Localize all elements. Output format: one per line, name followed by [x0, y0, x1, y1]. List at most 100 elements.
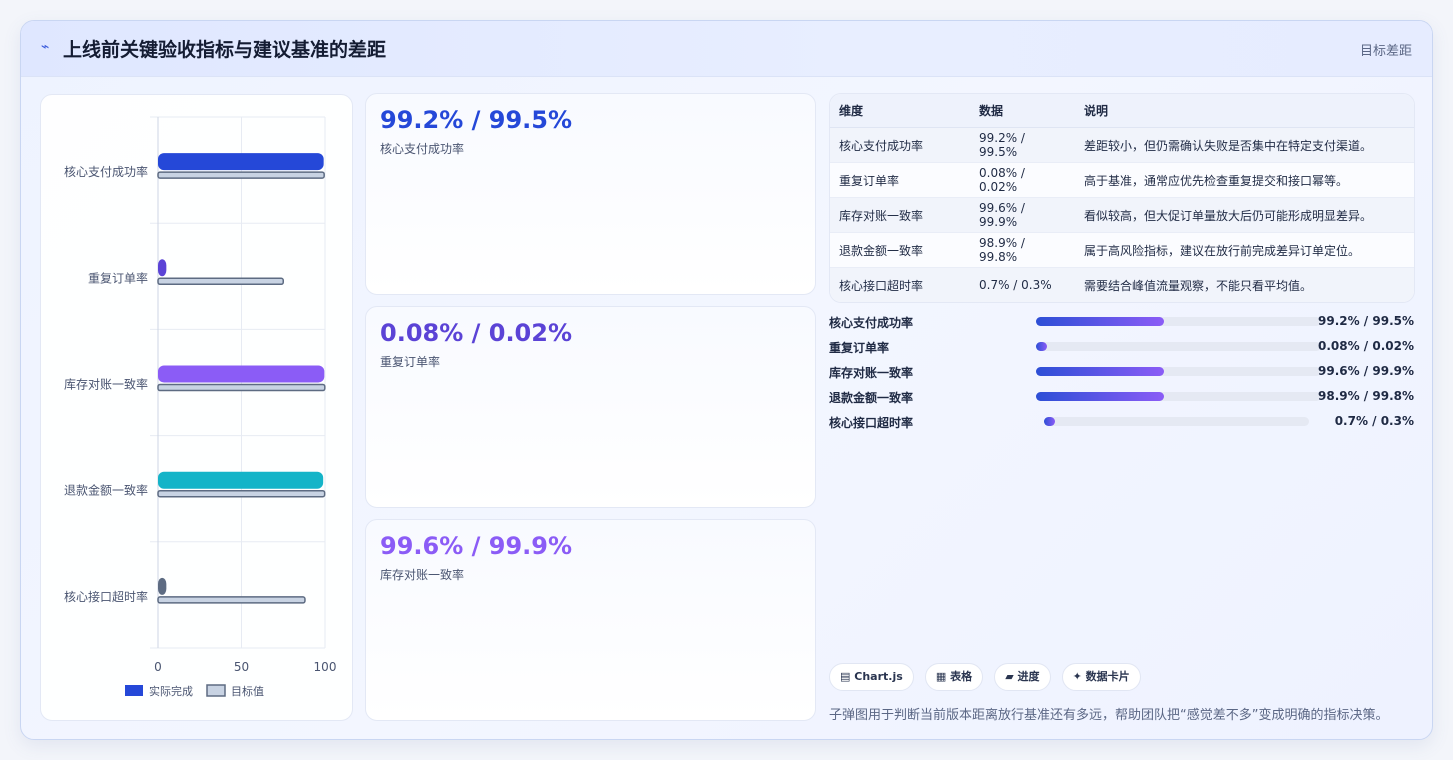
progress-list: 核心支付成功率 99.2% / 99.5% 重复订单率 0.08% / 0.02…	[829, 311, 1414, 436]
stat-label: 库存对账一致率	[380, 568, 465, 582]
bar-actual	[158, 259, 167, 277]
chip-label: 进度	[1017, 670, 1040, 683]
table-cell: 需要结合峰值流量观察，不能只看平均值。	[1075, 267, 1414, 302]
progress-fill	[1044, 417, 1055, 426]
bar-actual	[158, 365, 325, 383]
bar-actual	[158, 577, 167, 595]
table-cell: 0.7% / 0.3%	[970, 267, 1075, 302]
stat-value: 0.08% / 0.02%	[380, 319, 572, 347]
pulse-icon: ⌁	[41, 39, 50, 55]
stat-value: 99.2% / 99.5%	[380, 106, 572, 134]
progress-value: 0.7% / 0.3%	[1334, 414, 1414, 428]
table-row: 核心接口超时率 0.7% / 0.3% 需要结合峰值流量观察，不能只看平均值。	[830, 267, 1414, 302]
progress-value: 99.2% / 99.5%	[1318, 314, 1414, 328]
table-cell: 重复订单率	[830, 162, 970, 198]
progress-label: 核心支付成功率	[829, 316, 914, 330]
y-tick-label: 重复订单率	[88, 270, 148, 285]
table-row: 核心支付成功率 99.2% / 99.5% 差距较小，但仍需确认失败是否集中在特…	[830, 127, 1414, 163]
progress-track	[1044, 417, 1309, 426]
progress-track	[1036, 392, 1321, 401]
chart-icon: ▤	[840, 670, 851, 683]
header-tag: 目标差距	[1359, 44, 1412, 59]
x-tick-label: 100	[314, 660, 337, 674]
progress-label: 退款金额一致率	[829, 391, 914, 405]
table-row: 退款金额一致率 98.9% / 99.8% 属于高风险指标，建议在放行前完成差异…	[830, 232, 1414, 268]
table-header-dimension: 维度	[830, 94, 970, 128]
table-cell: 差距较小，但仍需确认失败是否集中在特定支付渠道。	[1075, 127, 1414, 163]
legend-swatch-actual	[125, 685, 143, 696]
x-tick-label: 50	[234, 660, 249, 674]
table-cell: 退款金额一致率	[830, 232, 970, 268]
bullet-chart-panel: 核心支付成功率重复订单率库存对账一致率 退款金额一致率 核心接口超时率 0 50 100 实…	[40, 94, 353, 721]
legend-label-target: 目标值	[231, 684, 264, 698]
bar-target	[157, 596, 306, 604]
table-row: 库存对账一致率 99.6% / 99.9% 看似较高，但大促订单量放大后仍可能形…	[830, 197, 1414, 233]
progress-label: 重复订单率	[829, 341, 890, 355]
y-tick-label: 库存对账一致率	[64, 377, 148, 392]
table-row: 重复订单率 0.08% / 0.02% 高于基准，通常应优先检查重复提交和接口幂…	[830, 162, 1414, 198]
table-icon: ▦	[935, 670, 947, 683]
table-cell: 98.9% / 99.8%	[970, 232, 1075, 268]
x-tick-label: 0	[154, 660, 162, 674]
progress-track	[1036, 342, 1321, 351]
progress-row: 重复订单率 0.08% / 0.02%	[829, 336, 1414, 361]
table-cell: 0.08% / 0.02%	[970, 162, 1075, 198]
progress-icon: ▰	[1005, 670, 1014, 683]
stat-card-1: 99.2% / 99.5% 核心支付成功率	[365, 93, 816, 295]
table-cell: 核心支付成功率	[830, 127, 970, 163]
progress-fill	[1036, 367, 1165, 376]
page-title: 上线前关键验收指标与建议基准的差距	[63, 39, 387, 61]
bar-target	[157, 171, 325, 179]
progress-fill	[1036, 342, 1048, 351]
progress-track	[1036, 367, 1321, 376]
progress-row: 核心接口超时率 0.7% / 0.3%	[829, 411, 1414, 436]
bullet-chart: 核心支付成功率重复订单率库存对账一致率退款金额一致率核心接口超时率 0 50 100 实…	[64, 116, 337, 698]
y-tick-label: 核心支付成功率	[64, 164, 148, 179]
chip-chartjs[interactable]: ▤ Chart.js	[829, 663, 914, 691]
progress-value: 0.08% / 0.02%	[1318, 339, 1414, 353]
bar-target	[157, 489, 326, 498]
progress-value: 99.6% / 99.9%	[1318, 364, 1414, 378]
table-header-description: 说明	[1075, 94, 1414, 128]
table-cell: 99.2% / 99.5%	[970, 127, 1075, 163]
progress-row: 库存对账一致率 99.6% / 99.9%	[829, 361, 1414, 386]
tech-chips: ▤ Chart.js ▦ 表格 ▰ 进度 ✦ 数据卡片	[829, 663, 1147, 691]
table-cell: 属于高风险指标，建议在放行前完成差异订单定位。	[1075, 232, 1414, 268]
stat-value: 99.6% / 99.9%	[380, 532, 572, 560]
chip-label: 数据卡片	[1085, 670, 1130, 683]
footnote: 子弹图用于判断当前版本距离放行基准还有多远，帮助团队把“感觉差不多”变成明确的指…	[829, 708, 1389, 723]
table-cell: 核心接口超时率	[830, 267, 970, 302]
legend-swatch-target	[206, 684, 226, 697]
table-cell: 99.6% / 99.9%	[970, 197, 1075, 233]
header: ⌁ 上线前关键验收指标与建议基准的差距 目标差距	[21, 21, 1432, 77]
bar-target	[157, 277, 284, 286]
metrics-table-panel: 维度 数据 说明 核心支付成功率 99.2% / 99.5% 差距较小，但仍需确…	[829, 93, 1415, 303]
bar-target	[157, 383, 326, 392]
table-cell: 库存对账一致率	[830, 197, 970, 233]
stat-card-3: 99.6% / 99.9% 库存对账一致率	[365, 519, 816, 721]
stat-label: 核心支付成功率	[380, 142, 465, 156]
legend-label-actual: 实际完成	[149, 684, 193, 698]
chip-table[interactable]: ▦ 表格	[924, 663, 984, 691]
y-tick-label: 核心接口超时率	[64, 589, 148, 604]
chip-data-card[interactable]: ✦ 数据卡片	[1061, 663, 1141, 691]
progress-label: 库存对账一致率	[829, 366, 914, 380]
progress-fill	[1036, 392, 1165, 401]
table-header-row: 维度 数据 说明	[830, 94, 1414, 128]
progress-value: 98.9% / 99.8%	[1318, 389, 1414, 403]
progress-label: 核心接口超时率	[829, 416, 914, 430]
bar-actual	[158, 153, 324, 171]
table-header-data: 数据	[970, 94, 1075, 128]
y-tick-label: 退款金额一致率	[64, 483, 148, 498]
table-cell: 高于基准，通常应优先检查重复提交和接口幂等。	[1075, 162, 1414, 198]
chip-label: 表格	[950, 670, 973, 683]
stat-card-2: 0.08% / 0.02% 重复订单率	[365, 306, 816, 508]
dashboard-card: ⌁ 上线前关键验收指标与建议基准的差距 目标差距 核心支付成功率 重复订单率 库存对…	[20, 20, 1433, 740]
table-cell: 看似较高，但大促订单量放大后仍可能形成明显差异。	[1075, 197, 1414, 233]
bar-actual	[158, 471, 324, 489]
metrics-table: 维度 数据 说明 核心支付成功率 99.2% / 99.5% 差距较小，但仍需确…	[830, 94, 1414, 302]
chip-progress[interactable]: ▰ 进度	[994, 663, 1051, 691]
progress-track	[1036, 317, 1321, 326]
sparkle-icon: ✦	[1072, 670, 1082, 683]
progress-row: 退款金额一致率 98.9% / 99.8%	[829, 386, 1414, 411]
